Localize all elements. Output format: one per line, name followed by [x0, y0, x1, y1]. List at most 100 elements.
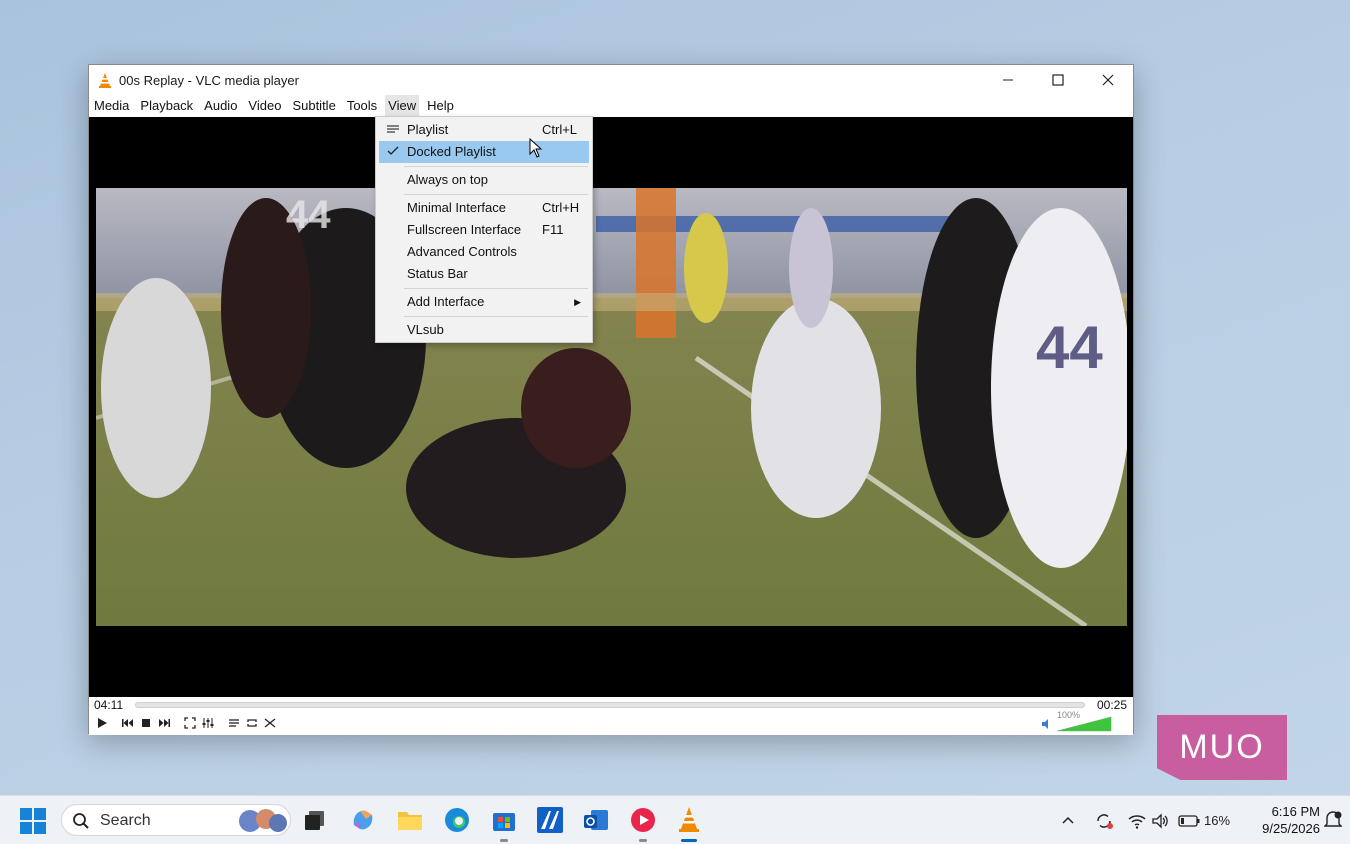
mouse-cursor-icon	[529, 138, 543, 158]
menu-item-playlist[interactable]: Playlist Ctrl+L	[379, 119, 589, 141]
running-indicator	[639, 839, 647, 842]
clock-time: 6:16 PM	[1271, 804, 1320, 819]
speaker-icon	[1042, 719, 1048, 729]
sync-icon[interactable]	[1094, 811, 1114, 831]
edge-icon	[445, 808, 469, 832]
menu-item-fullscreen-interface[interactable]: Fullscreen Interface F11	[379, 219, 589, 241]
next-button[interactable]	[155, 714, 173, 732]
previous-icon	[122, 719, 133, 727]
menu-playback[interactable]: Playback	[137, 95, 196, 117]
fullscreen-button[interactable]	[181, 714, 199, 732]
loop-icon	[247, 719, 257, 727]
vlc-cone-icon	[679, 807, 699, 832]
battery-icon[interactable]	[1178, 814, 1200, 827]
checkmark-icon	[387, 146, 399, 155]
minimize-button[interactable]	[983, 65, 1033, 95]
windows-start-icon[interactable]	[20, 808, 46, 834]
play-icon	[98, 718, 107, 728]
playlist-icon	[387, 125, 399, 133]
menu-item-add-interface[interactable]: Add Interface ▶	[379, 291, 589, 313]
taskbar-outlook[interactable]	[581, 805, 611, 835]
close-button[interactable]	[1083, 65, 1133, 95]
menu-item-vlsub[interactable]: VLsub	[379, 319, 589, 341]
task-view-icon	[305, 811, 324, 830]
elapsed-time: 04:11	[94, 698, 124, 712]
next-icon	[159, 719, 170, 727]
play-button[interactable]	[93, 714, 111, 732]
playlist-button[interactable]	[225, 714, 243, 732]
seek-bar[interactable]	[135, 702, 1085, 708]
equalizer-icon	[202, 718, 214, 728]
maximize-button[interactable]	[1033, 65, 1083, 95]
menu-audio[interactable]: Audio	[201, 95, 240, 117]
search-icon	[73, 813, 89, 829]
menu-item-advanced-controls[interactable]: Advanced Controls	[379, 241, 589, 263]
submenu-arrow-icon: ▶	[574, 297, 581, 307]
extended-settings-button[interactable]	[199, 714, 217, 732]
volume-slider[interactable]	[1057, 716, 1113, 732]
menu-help[interactable]: Help	[424, 95, 457, 117]
folder-icon	[398, 812, 422, 830]
svg-text:44: 44	[286, 193, 331, 237]
speaker-icon[interactable]	[1152, 812, 1170, 829]
view-menu-dropdown: Playlist Ctrl+L Docked Playlist Always o…	[375, 116, 593, 343]
search-placeholder: Search	[100, 812, 151, 829]
menu-bar: Media Playback Audio Video Subtitle Tool…	[89, 95, 1133, 117]
stop-icon	[142, 719, 150, 727]
running-indicator	[500, 839, 508, 842]
taskbar: Search 16% 6:16 PM 9/25/2026	[0, 795, 1350, 844]
menu-tools[interactable]: Tools	[344, 95, 380, 117]
wifi-icon[interactable]	[1128, 813, 1146, 829]
menu-subtitle[interactable]: Subtitle	[289, 95, 338, 117]
taskbar-search-box[interactable]: Search	[61, 804, 291, 836]
battery-percent: 16%	[1204, 813, 1231, 828]
chevron-up-icon[interactable]	[1060, 813, 1076, 829]
clock[interactable]: 6:16 PM 9/25/2026	[1262, 803, 1320, 837]
notification-bell-icon[interactable]	[1324, 810, 1342, 830]
shuffle-icon	[264, 718, 276, 728]
volume-control[interactable]: 100%	[1041, 710, 1121, 732]
fullscreen-icon	[184, 717, 196, 729]
loop-button[interactable]	[243, 714, 261, 732]
active-indicator	[681, 839, 697, 842]
vlc-cone-icon	[99, 73, 111, 88]
menu-item-minimal-interface[interactable]: Minimal Interface Ctrl+H	[379, 197, 589, 219]
taskbar-task-view[interactable]	[300, 805, 330, 835]
menu-video[interactable]: Video	[245, 95, 284, 117]
taskbar-copilot[interactable]	[348, 805, 378, 835]
football-scene-image: 44 44	[96, 188, 1127, 626]
menu-view[interactable]: View	[385, 95, 420, 117]
taskbar-store[interactable]	[489, 805, 519, 842]
menu-item-docked-playlist[interactable]: Docked Playlist	[379, 141, 589, 163]
shuffle-button[interactable]	[261, 714, 279, 732]
close-icon	[1102, 74, 1114, 86]
menu-media[interactable]: Media	[91, 95, 132, 117]
app-blue-icon	[537, 807, 563, 833]
playback-controls: 04:11 00:25 100%	[89, 697, 1133, 735]
video-area[interactable]: 44 44	[89, 117, 1133, 697]
media-player-icon	[631, 808, 655, 832]
video-frame: 44 44	[96, 188, 1127, 626]
previous-button[interactable]	[119, 714, 137, 732]
remaining-time[interactable]: 00:25	[1097, 698, 1127, 712]
vlc-window: 00s Replay - VLC media player Media Play…	[88, 64, 1134, 735]
muo-watermark-logo: MUO	[1157, 715, 1287, 780]
minimize-icon	[1003, 79, 1013, 81]
taskbar-edge[interactable]	[442, 805, 472, 835]
search-highlight-icon	[239, 809, 287, 832]
stop-button[interactable]	[137, 714, 155, 732]
window-title: 00s Replay - VLC media player	[119, 72, 299, 88]
taskbar-media-player[interactable]	[628, 805, 658, 842]
maximize-icon	[1052, 74, 1064, 86]
taskbar-vlc[interactable]	[674, 805, 704, 842]
playlist-icon	[229, 719, 239, 727]
taskbar-app-blue[interactable]	[535, 805, 565, 835]
svg-text:44: 44	[1036, 314, 1103, 381]
taskbar-file-explorer[interactable]	[395, 805, 425, 835]
title-bar[interactable]: 00s Replay - VLC media player	[89, 65, 1133, 95]
clock-date: 9/25/2026	[1262, 821, 1320, 836]
copilot-icon	[353, 810, 373, 830]
menu-item-always-on-top[interactable]: Always on top	[379, 169, 589, 191]
menu-item-status-bar[interactable]: Status Bar	[379, 263, 589, 285]
outlook-icon	[584, 810, 608, 830]
